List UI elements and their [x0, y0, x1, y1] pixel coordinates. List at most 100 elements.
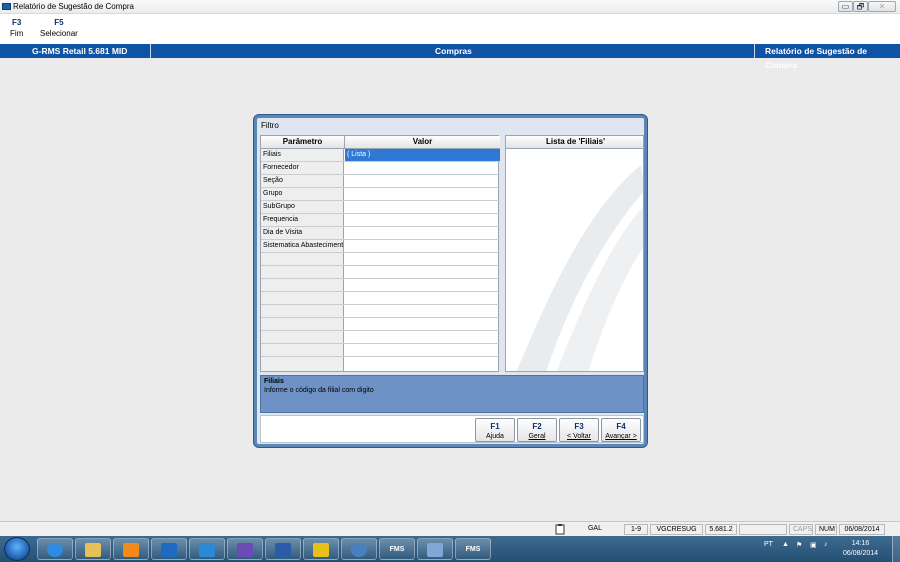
filter-dialog: Filtro Parâmetro Valor Filiais ( Lista )… [254, 115, 647, 447]
ie-icon[interactable] [37, 538, 73, 560]
grid-row-filiais[interactable]: Filiais ( Lista ) [261, 149, 500, 162]
param-cell [261, 318, 344, 330]
empty-row [261, 344, 500, 357]
start-button[interactable] [4, 537, 30, 561]
fim-label: Fim [10, 29, 24, 38]
grid-row-fornecedor[interactable]: Fornecedor [261, 162, 500, 175]
param-cell: Grupo [261, 188, 344, 200]
grid-row-subgrupo[interactable]: SubGrupo [261, 201, 500, 214]
param-cell [261, 331, 344, 343]
geral-label: Geral [528, 433, 546, 440]
geral-button[interactable]: F2 Geral [517, 418, 557, 442]
tray-arrow-icon[interactable]: ▲ [782, 541, 789, 548]
help-panel: Filiais Informe o código da filial com d… [260, 375, 644, 413]
param-cell [261, 266, 344, 278]
voltar-key: F3 [574, 422, 584, 431]
dialog-button-bar: F1 Ajuda F2 Geral F3 < Voltar F4 Avançar… [260, 415, 644, 443]
empty-row [261, 305, 500, 318]
param-cell: Seção [261, 175, 344, 187]
selecionar-key: F5 [54, 18, 64, 27]
fim-button[interactable]: F3 Fim [10, 18, 23, 38]
param-cell [261, 253, 344, 265]
param-cell: Fornecedor [261, 162, 344, 174]
param-cell [261, 344, 344, 356]
grid-row-sistematica[interactable]: Sistematica Abastecimento [261, 240, 500, 253]
grid-row-grupo[interactable]: Grupo [261, 188, 500, 201]
selecionar-label: Selecionar [40, 29, 78, 38]
voltar-button[interactable]: F3 < Voltar [559, 418, 599, 442]
fms-app-button[interactable]: FMS [379, 538, 415, 560]
param-cell [261, 305, 344, 317]
status-version: 5.681.2 [705, 524, 737, 535]
lync-icon[interactable] [189, 538, 225, 560]
status-num: NUM [815, 524, 837, 535]
book-icon[interactable] [417, 538, 453, 560]
param-cell [261, 279, 344, 291]
help-title: Filiais [264, 378, 284, 385]
grid-row-frequencia[interactable]: Frequencia [261, 214, 500, 227]
word-icon[interactable] [265, 538, 301, 560]
value-cell[interactable] [345, 162, 500, 174]
geral-key: F2 [532, 422, 542, 431]
report-name: Relatório de Sugestão de Compra [765, 46, 868, 70]
window-title: Relatório de Sugestão de Compra [13, 2, 134, 11]
close-button[interactable]: ✕ [868, 1, 896, 12]
clock-time: 14:16 [851, 540, 870, 547]
value-column-header: Valor [345, 136, 500, 149]
status-range: 1-9 [624, 524, 648, 535]
empty-row [261, 331, 500, 344]
grid-row-secao[interactable]: Seção [261, 175, 500, 188]
value-cell[interactable] [345, 227, 500, 239]
fim-key: F3 [11, 18, 22, 27]
ajuda-label: Ajuda [486, 433, 504, 440]
help-text: Informe o código da filial com digito [264, 387, 374, 394]
ajuda-key: F1 [490, 422, 500, 431]
param-cell: Filiais [261, 149, 344, 161]
status-caps: CAPS [789, 524, 813, 535]
value-cell[interactable] [345, 175, 500, 187]
watermark-swoosh [516, 165, 643, 371]
empty-row [261, 266, 500, 279]
value-cell[interactable] [345, 214, 500, 226]
database-icon[interactable] [303, 538, 339, 560]
value-cell[interactable] [345, 188, 500, 200]
network-tray-icon[interactable]: ▣ [810, 541, 817, 549]
windows-taskbar: FMS FMS PT ▲ ⚑ ▣ ♪ 14:16 06/08/2014 [0, 536, 900, 562]
network-icon[interactable] [341, 538, 377, 560]
module-name: Compras [435, 46, 472, 56]
avancar-key: F4 [616, 422, 626, 431]
header-divider [150, 44, 151, 58]
restore-button[interactable]: 🗗 [853, 1, 868, 12]
param-cell: Frequencia [261, 214, 344, 226]
empty-row [261, 279, 500, 292]
empty-row [261, 253, 500, 266]
filiais-list-panel[interactable]: Lista de 'Filiais' [505, 135, 644, 372]
grid-row-dia-de-visita[interactable]: Dia de Visita [261, 227, 500, 240]
flag-icon[interactable]: ⚑ [796, 541, 802, 549]
app-icon [2, 3, 11, 10]
avancar-button[interactable]: F4 Avançar > [601, 418, 641, 442]
list-header: Lista de 'Filiais' [506, 136, 643, 149]
ajuda-button[interactable]: F1 Ajuda [475, 418, 515, 442]
value-cell[interactable] [345, 201, 500, 213]
value-cell[interactable] [345, 240, 500, 252]
voltar-label: < Voltar [567, 433, 591, 440]
volume-icon[interactable]: ♪ [824, 541, 828, 548]
minimize-button[interactable]: ▭ [838, 1, 853, 12]
language-indicator[interactable]: PT [764, 541, 773, 548]
media-player-icon[interactable] [113, 538, 149, 560]
show-desktop-button[interactable] [892, 536, 900, 562]
remote-icon[interactable] [227, 538, 263, 560]
selecionar-button[interactable]: F5 Selecionar [40, 18, 78, 38]
dialog-title: Filtro [261, 121, 279, 130]
clock[interactable]: 14:16 06/08/2014 [843, 539, 878, 559]
parameter-grid: Parâmetro Valor Filiais ( Lista ) Fornec… [260, 135, 500, 372]
param-column-header: Parâmetro [261, 136, 345, 149]
outlook-icon[interactable] [151, 538, 187, 560]
status-program: VGCRESUG [650, 524, 703, 535]
clipboard-icon [552, 524, 566, 535]
fms-app-button-2[interactable]: FMS [455, 538, 491, 560]
value-cell[interactable]: ( Lista ) [345, 149, 500, 161]
folder-icon[interactable] [75, 538, 111, 560]
header-divider [754, 44, 755, 58]
